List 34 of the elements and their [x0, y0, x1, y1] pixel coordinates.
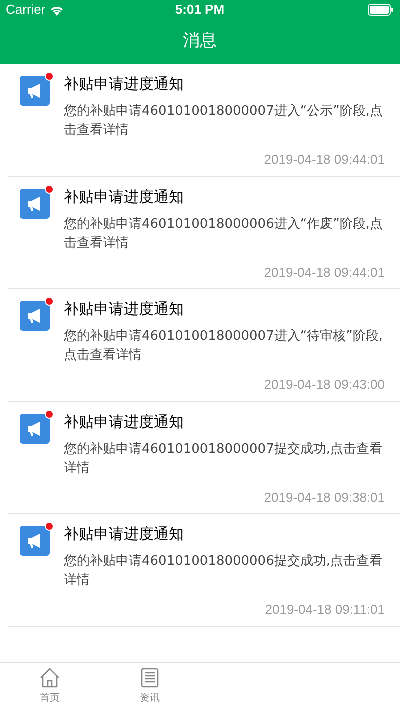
message-time: 2019-04-18 09:38:01 — [264, 488, 385, 506]
message-item[interactable]: 补贴申请进度通知 您的补贴申请4601010018000006提交成功,点击查看详情 2019-04-18 09:11:01 — [8, 514, 400, 626]
megaphone-icon — [20, 76, 50, 106]
message-title: 补贴申请进度通知 — [64, 299, 185, 320]
message-item[interactable]: 补贴申请进度通知 您的补贴申请4601010018000007进入“待审核”阶段,点击查看详情 2019-04-18 09:43:00 — [8, 289, 400, 402]
tab-bar-item[interactable]: 首页 — [0, 663, 100, 710]
message-title: 补贴申请进度通知 — [64, 412, 185, 432]
message-item[interactable]: 补贴申请进度通知 您的补贴申请4601010018000007提交成功,点击查看详情 2019-04-18 09:38:01 — [8, 402, 400, 514]
message-time: 2019-04-18 09:11:01 — [265, 601, 385, 619]
message-item[interactable]: 补贴申请进度通知 您的补贴申请4601010018000007进入“公示”阶段,点击查看详情 2019-04-18 09:44:01 — [8, 64, 400, 176]
message-body: 您的补贴申请4601010018000006进入“作废”阶段,点击查看详情 — [64, 216, 384, 252]
wifi-icon — [50, 4, 64, 16]
message-title: 补贴申请进度通知 — [64, 524, 185, 545]
nav-title: 消息 — [183, 30, 217, 54]
message-body: 您的补贴申请4601010018000007进入“公示”阶段,点击查看详情 — [64, 103, 384, 140]
home-icon — [39, 667, 61, 689]
status-time: 5:01 PM — [175, 1, 225, 20]
document-icon — [139, 667, 161, 689]
message-body: 您的补贴申请4601010018000007提交成功,点击查看详情 — [64, 440, 384, 478]
message-item[interactable]: 补贴申请进度通知 您的补贴申请4601010018000006进入“作废”阶段,点击查看详情 2019-04-18 09:44:01 — [8, 176, 400, 289]
message-body: 您的补贴申请4601010018000006提交成功,点击查看详情 — [64, 553, 384, 590]
message-title: 补贴申请进度通知 — [64, 186, 185, 208]
megaphone-icon — [20, 526, 50, 556]
message-time: 2019-04-18 09:44:01 — [264, 151, 385, 169]
carrier-label: Carrier — [6, 1, 46, 20]
tab-bar-item[interactable]: 资讯 — [100, 663, 200, 710]
message-title: 补贴申请进度通知 — [64, 74, 185, 95]
megaphone-icon — [20, 188, 50, 218]
megaphone-icon — [20, 414, 50, 444]
message-time: 2019-04-18 09:44:01 — [264, 264, 385, 282]
megaphone-icon — [20, 301, 50, 331]
message-time: 2019-04-18 09:43:00 — [264, 376, 385, 394]
battery-icon — [368, 4, 394, 16]
message-body: 您的补贴申请4601010018000007进入“待审核”阶段,点击查看详情 — [64, 328, 384, 365]
